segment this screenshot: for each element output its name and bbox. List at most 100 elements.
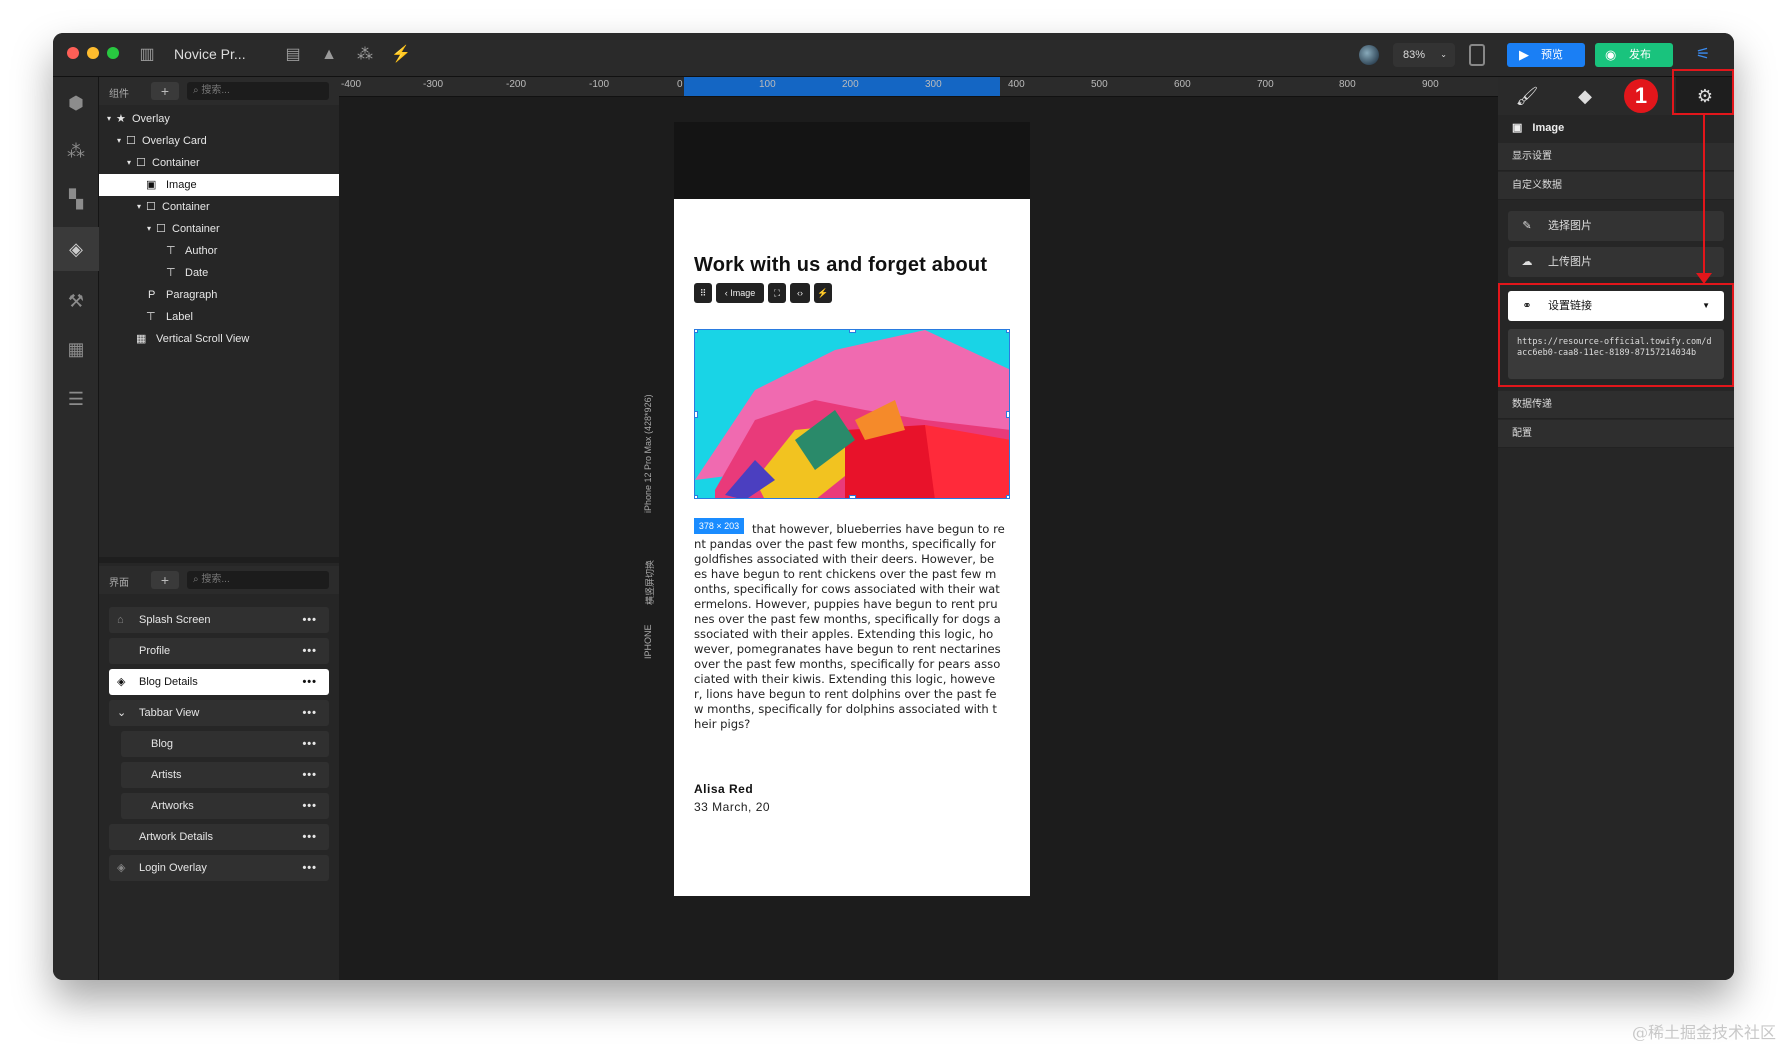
chevron-down-icon: ⌄ [117, 707, 127, 719]
upload-image-button[interactable]: ☁ 上传图片 [1508, 247, 1724, 277]
tree-item-image[interactable]: ▣ Image [99, 174, 339, 196]
layers-icon: ◈ [117, 676, 126, 688]
data-transfer-section[interactable]: 数据传递 [1498, 391, 1734, 419]
orientation-toggle[interactable]: 横竖屏切换 [643, 560, 656, 605]
play-icon: ▶ [1519, 47, 1529, 62]
tree-item-overlay[interactable]: ▾ ★ Overlay [99, 108, 339, 130]
code-button[interactable]: ‹› [790, 283, 810, 303]
more-icon[interactable]: ••• [302, 700, 317, 726]
screen-item-blog-details[interactable]: ◈ Blog Details ••• [109, 669, 329, 695]
avatar[interactable] [1359, 45, 1379, 65]
more-icon[interactable]: ••• [302, 669, 317, 695]
panel-splitter[interactable] [99, 557, 339, 563]
screen-item-login-overlay[interactable]: ◈ Login Overlay ••• [109, 855, 329, 881]
components-icon[interactable]: ⁂ [64, 139, 88, 163]
preview-label: 预览 [1541, 49, 1563, 61]
more-icon[interactable]: ••• [302, 607, 317, 633]
drag-handle-button[interactable]: ⠿ [694, 283, 712, 303]
resize-handle[interactable] [849, 495, 856, 498]
add-component-button[interactable]: + [151, 82, 179, 100]
style-brush-icon[interactable]: 🖌 [1498, 77, 1556, 115]
settings-sliders-icon[interactable]: ⚟ [1693, 45, 1713, 65]
parent-select-button[interactable]: ‹ Image [716, 283, 764, 303]
hammer-icon[interactable]: ⚒ [64, 289, 88, 313]
date-label: 33 March, 20 [694, 800, 771, 814]
tree-label: Paragraph [166, 289, 218, 301]
screen-item-artists[interactable]: Artists ••• [121, 762, 329, 788]
text-icon: ⊤ [166, 245, 176, 257]
list-icon[interactable]: ☰ [64, 387, 88, 411]
tree-item-container[interactable]: ▾ ☐ Container [99, 152, 339, 174]
ruler-tick: 0 [677, 79, 683, 90]
tree-item-container[interactable]: ▾ ☐ Container [99, 218, 339, 240]
design-canvas[interactable]: -400 -300 -200 -100 0 100 200 300 400 50… [339, 77, 1498, 980]
minimize-window-button[interactable] [87, 47, 99, 59]
config-section[interactable]: 配置 [1498, 420, 1734, 448]
triangle-icon[interactable]: ▲ [319, 45, 339, 65]
upload-image-label: 上传图片 [1548, 256, 1592, 268]
more-icon[interactable]: ••• [302, 762, 317, 788]
shapes-icon[interactable]: ⁂ [355, 45, 375, 65]
component-diamond-icon[interactable]: ◆ [1556, 77, 1614, 115]
screen-item-artworks[interactable]: Artworks ••• [121, 793, 329, 819]
resize-handle[interactable] [1006, 330, 1009, 333]
ruler-tick: 600 [1174, 79, 1191, 90]
screen-item-blog[interactable]: Blog ••• [121, 731, 329, 757]
component-search-input[interactable]: ⌕ 搜索... [187, 82, 329, 100]
screen-label: Artwork Details [139, 831, 213, 843]
store-icon[interactable]: ▦ [64, 337, 88, 361]
screen-item-artwork-details[interactable]: Artwork Details ••• [109, 824, 329, 850]
components-header-label: 组件 [109, 89, 129, 100]
sidebar-toggle-icon[interactable]: ▥ [137, 45, 157, 65]
lightning-icon[interactable]: ⚡ [391, 45, 411, 65]
close-window-button[interactable] [67, 47, 79, 59]
tree-item-vertical-scroll-view[interactable]: ▦ Vertical Scroll View [99, 328, 339, 350]
project-title: Novice Pr... [174, 46, 246, 62]
tree-item-overlay-card[interactable]: ▾ ☐ Overlay Card [99, 130, 339, 152]
resize-handle[interactable] [695, 411, 698, 418]
more-icon[interactable]: ••• [302, 793, 317, 819]
more-icon[interactable]: ••• [302, 731, 317, 757]
screen-search-input[interactable]: ⌕ 搜索... [187, 571, 329, 589]
action-button[interactable]: ⚡ [814, 283, 832, 303]
tree-item-date[interactable]: ⊤ Date [99, 262, 339, 284]
add-screen-button[interactable]: + [151, 571, 179, 589]
ruler-tick: -400 [341, 79, 362, 90]
screen-label: Login Overlay [139, 862, 207, 874]
zoom-window-button[interactable] [107, 47, 119, 59]
more-icon[interactable]: ••• [302, 855, 317, 881]
layout-icon[interactable]: ▚ [64, 187, 88, 211]
selected-image[interactable] [694, 329, 1010, 499]
fullscreen-button[interactable]: ⛶ [768, 283, 786, 303]
resize-handle[interactable] [695, 495, 698, 498]
layers-icon[interactable]: ◈ [53, 227, 99, 271]
phone-artboard[interactable]: Work with us and forget about ⠿ ‹ Image … [674, 122, 1030, 896]
custom-data-section[interactable]: 自定义数据 [1498, 172, 1734, 200]
more-icon[interactable]: ••• [302, 824, 317, 850]
tree-label: Date [185, 267, 209, 279]
cube-icon[interactable]: ⬢ [64, 91, 88, 115]
display-settings-section[interactable]: 显示设置 [1498, 143, 1734, 171]
screen-item-profile[interactable]: Profile ••• [109, 638, 329, 664]
document-icon[interactable]: ▤ [283, 45, 303, 65]
resize-handle[interactable] [1006, 495, 1009, 498]
screen-item-tabbar-view[interactable]: ⌄ Tabbar View ••• [109, 700, 329, 726]
tree-item-container[interactable]: ▾ ☐ Container [99, 196, 339, 218]
phone-device-icon[interactable] [1469, 44, 1485, 66]
choose-image-button[interactable]: ✎ 选择图片 [1508, 211, 1724, 241]
watermark: @稀土掘金技术社区 [1631, 1023, 1776, 1042]
ruler-tick: 300 [925, 79, 942, 90]
tree-item-paragraph[interactable]: P Paragraph [99, 284, 339, 306]
zoom-select[interactable]: 83% ⌄ [1393, 43, 1455, 67]
resize-handle[interactable] [695, 330, 698, 333]
more-icon[interactable]: ••• [302, 638, 317, 664]
tree-label: Overlay [132, 113, 170, 125]
resize-handle[interactable] [849, 330, 856, 333]
tree-item-label[interactable]: ⊤ Label [99, 306, 339, 328]
screen-item-splash-screen[interactable]: ⌂ Splash Screen ••• [109, 607, 329, 633]
screen-label: Artists [151, 769, 182, 781]
publish-button[interactable]: ◉ 发布 [1595, 43, 1673, 67]
resize-handle[interactable] [1006, 411, 1009, 418]
tree-item-author[interactable]: ⊤ Author [99, 240, 339, 262]
preview-button[interactable]: ▶ 预览 [1507, 43, 1585, 67]
